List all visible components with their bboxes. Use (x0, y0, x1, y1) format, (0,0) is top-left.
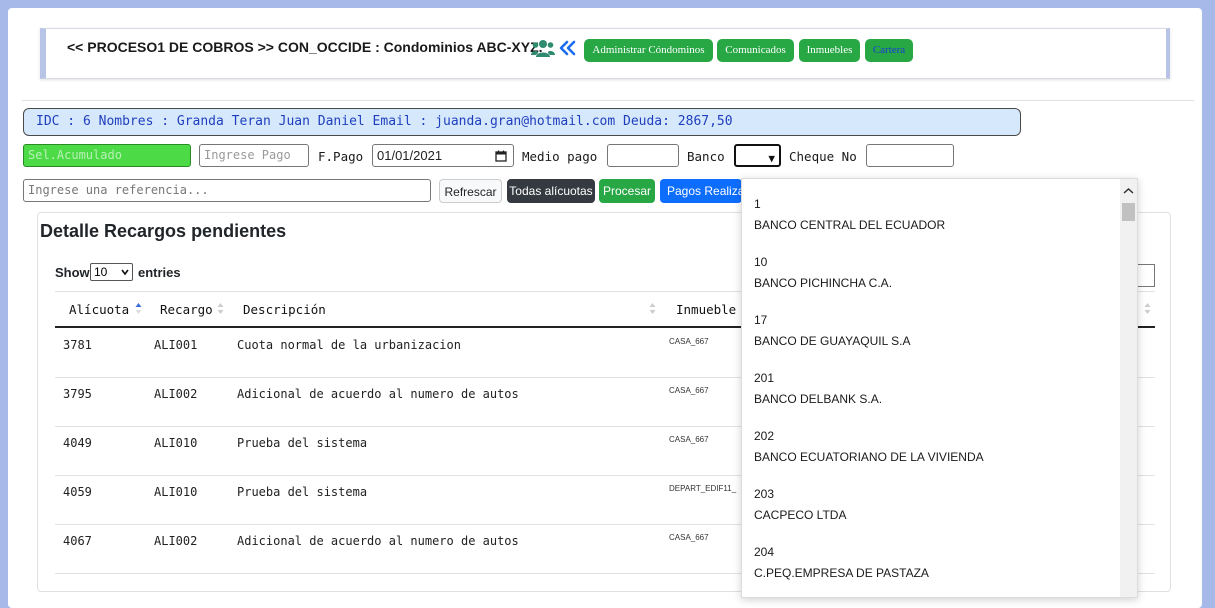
detail-title: Detalle Recargos pendientes (40, 221, 287, 241)
fpago-value: 01/01/2021 (377, 148, 443, 163)
pagos-realizados-button[interactable]: Pagos Realiza (660, 179, 742, 203)
inmuebles-button[interactable]: Inmuebles (799, 39, 860, 62)
banco-option-code[interactable]: 203 (754, 487, 774, 501)
col-inmueble[interactable]: Inmueble (676, 302, 736, 317)
medio-pago-label: Medio pago (522, 149, 598, 164)
cell-recargo: ALI002 (154, 534, 198, 548)
calendar-icon[interactable] (495, 150, 507, 162)
cell-recargo: ALI010 (154, 485, 198, 499)
cheque-label: Cheque No (789, 149, 857, 164)
sort-icon (1144, 303, 1151, 314)
client-info-banner: IDC : 6 Nombres : Granda Teran Juan Dani… (23, 108, 1021, 136)
cell-descripcion: Prueba del sistema (237, 436, 368, 450)
entries-select[interactable]: 10 (90, 263, 133, 281)
sel-acumulado-field[interactable]: Sel.Acumulado (23, 144, 191, 167)
page-title: << PROCESO1 DE COBROS >> CON_OCCIDE : Co… (67, 39, 543, 55)
banco-option-name[interactable]: BANCO DELBANK S.A. (754, 392, 882, 406)
header-bar: << PROCESO1 DE COBROS >> CON_OCCIDE : Co… (40, 28, 1170, 79)
administrar-condominos-button[interactable]: Administrar Cóndominos (584, 39, 713, 62)
chevron-double-left-icon[interactable] (559, 40, 576, 56)
banco-option-code[interactable]: 1 (754, 197, 761, 211)
banco-option-name[interactable]: BANCO PICHINCHA C.A. (754, 276, 892, 290)
cell-recargo: ALI001 (154, 338, 198, 352)
cell-inmueble: CASA_667 (669, 533, 709, 542)
referencia-input[interactable]: Ingrese una referencia... (23, 179, 431, 202)
col-alicuota[interactable]: Alícuota (69, 302, 129, 317)
scrollbar-thumb[interactable] (1122, 203, 1135, 221)
pago-input[interactable]: Ingrese Pago (199, 144, 309, 167)
cell-alicuota: 4059 (63, 485, 92, 499)
chevron-up-icon[interactable] (1123, 187, 1134, 195)
cell-recargo: ALI002 (154, 387, 198, 401)
todas-alicuotas-button[interactable]: Todas alícuotas (507, 179, 595, 203)
dropdown-scrollbar[interactable] (1120, 179, 1137, 597)
cell-descripcion: Adicional de acuerdo al numero de autos (237, 387, 519, 401)
banco-option-code[interactable]: 17 (754, 313, 767, 327)
cell-alicuota: 4049 (63, 436, 92, 450)
banco-option-name[interactable]: BANCO CENTRAL DEL ECUADOR (754, 218, 945, 232)
chevron-down-icon: ▼ (768, 152, 775, 165)
cell-inmueble: CASA_667 (669, 337, 709, 346)
cell-descripcion: Adicional de acuerdo al numero de autos (237, 534, 519, 548)
banco-dropdown-list[interactable]: 1 BANCO CENTRAL DEL ECUADOR 10 BANCO PIC… (741, 178, 1138, 598)
cell-descripcion: Prueba del sistema (237, 485, 368, 499)
main-card: << PROCESO1 DE COBROS >> CON_OCCIDE : Co… (8, 8, 1202, 608)
show-label: Show (55, 265, 90, 280)
cell-inmueble: CASA_667 (669, 435, 709, 444)
refrescar-button[interactable]: Refrescar (439, 179, 502, 203)
entries-label: entries (138, 265, 181, 280)
cell-recargo: ALI010 (154, 436, 198, 450)
sort-asc-icon (135, 303, 142, 314)
banco-option-name[interactable]: BANCO DE GUAYAQUIL S.A (754, 334, 910, 348)
banco-option-code[interactable]: 204 (754, 545, 774, 559)
banco-label: Banco (687, 149, 725, 164)
entries-value: 10 (94, 265, 108, 279)
fpago-label: F.Pago (318, 149, 364, 164)
banco-option-name[interactable]: C.PEQ.EMPRESA DE PASTAZA (754, 566, 929, 580)
banco-option-name[interactable]: CACPECO LTDA (754, 508, 846, 522)
cell-inmueble: CASA_667 (669, 386, 709, 395)
sort-icon (217, 303, 224, 314)
medio-pago-input[interactable] (607, 144, 679, 167)
sort-icon (649, 303, 656, 314)
col-descripcion[interactable]: Descripción (243, 302, 326, 317)
comunicados-button[interactable]: Comunicados (717, 39, 794, 62)
cell-alicuota: 3781 (63, 338, 92, 352)
cartera-button[interactable]: Cartera (865, 39, 913, 62)
chevron-down-icon (121, 269, 129, 276)
banco-option-code[interactable]: 10 (754, 255, 767, 269)
col-recargo[interactable]: Recargo (160, 302, 213, 317)
banco-option-code[interactable]: 202 (754, 429, 774, 443)
procesar-button[interactable]: Procesar (599, 179, 655, 203)
cell-alicuota: 4067 (63, 534, 92, 548)
cell-descripcion: Cuota normal de la urbanizacion (237, 338, 461, 352)
fpago-date-input[interactable]: 01/01/2021 (372, 144, 514, 167)
banco-option-name[interactable]: BANCO ECUATORIANO DE LA VIVIENDA (754, 450, 984, 464)
banco-option-code[interactable]: 201 (754, 371, 774, 385)
banco-select[interactable]: ▼ (734, 144, 781, 167)
cell-inmueble: DEPART_EDIF11_ (669, 484, 737, 493)
users-icon[interactable] (531, 38, 555, 58)
cell-alicuota: 3795 (63, 387, 92, 401)
divider (22, 100, 1194, 101)
cheque-input[interactable] (866, 144, 954, 167)
